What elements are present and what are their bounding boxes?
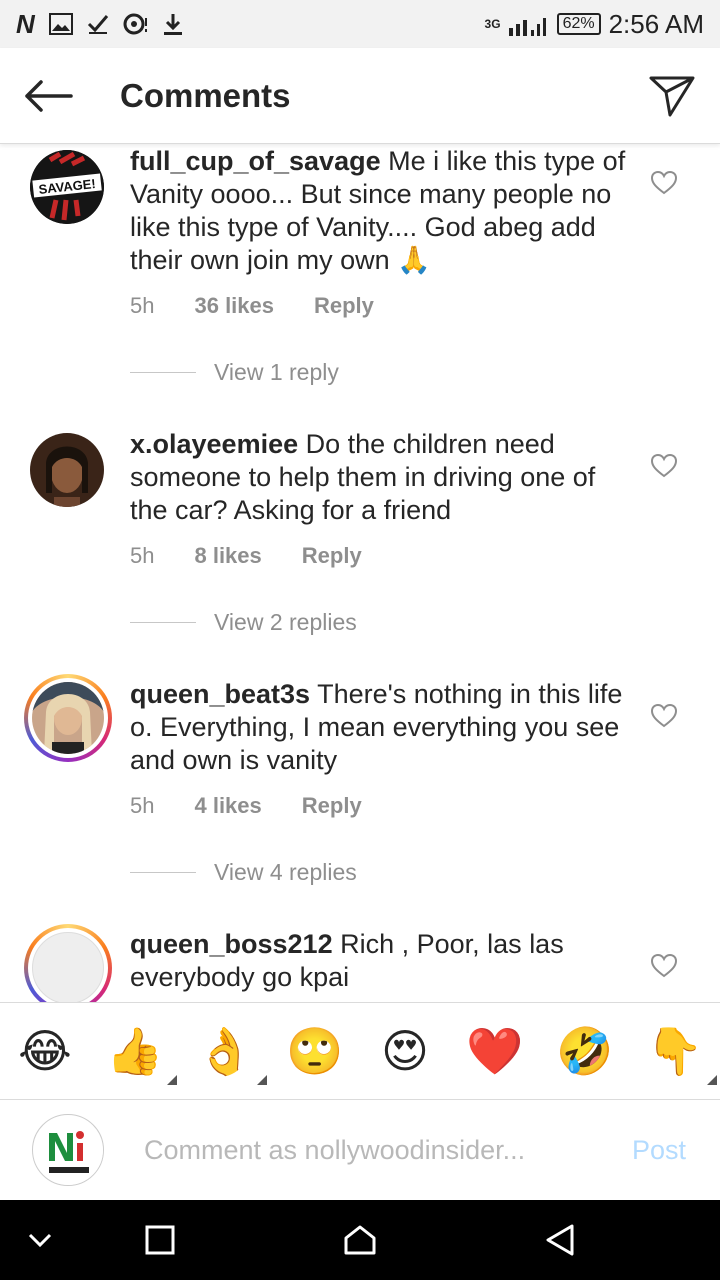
view-replies-label: View 2 replies: [214, 609, 357, 635]
divider: [130, 872, 196, 873]
divider: [130, 622, 196, 623]
view-replies-label: View 1 reply: [214, 359, 339, 385]
hide-keyboard-button[interactable]: [0, 1200, 80, 1280]
battery-indicator: 62%: [556, 13, 601, 35]
like-heart-icon[interactable]: [650, 702, 678, 730]
emoji-button[interactable]: ❤️: [465, 1021, 525, 1081]
comments-list[interactable]: SAVAGE! full_cup_of_savage Me i like thi…: [0, 145, 720, 1002]
pointing-down-emoji: 👇: [646, 1025, 704, 1077]
download-icon: [163, 14, 182, 35]
ok-hand-emoji: 👌: [196, 1025, 254, 1077]
avatar[interactable]: [24, 674, 112, 762]
post-button[interactable]: Post: [632, 1135, 686, 1166]
like-heart-icon[interactable]: [650, 169, 678, 197]
comment-username[interactable]: queen_beat3s: [130, 679, 310, 709]
like-heart-icon[interactable]: [650, 452, 678, 480]
status-bar: N 3G 62% 2:56 AM: [0, 0, 720, 48]
nollywood-insider-logo-icon: [35, 1117, 103, 1185]
user-photo-icon: [30, 433, 104, 507]
app-header: Comments: [0, 48, 720, 144]
signal-icon: [508, 18, 546, 36]
comment-likes[interactable]: 8 likes: [194, 543, 261, 569]
divider: [130, 372, 196, 373]
comment-meta: 5h 8 likes Reply: [130, 543, 402, 569]
emoji-button[interactable]: 👌: [195, 1021, 267, 1085]
comment-body: queen_boss212 Rich , Poor, las las every…: [130, 928, 630, 994]
emoji-button[interactable]: 🙄: [285, 1021, 345, 1081]
back-nav-button[interactable]: [520, 1200, 600, 1280]
heart-emoji: ❤️: [466, 1025, 524, 1077]
comment-body: full_cup_of_savage Me i like this type o…: [130, 145, 630, 277]
system-nav-bar: [0, 1200, 720, 1280]
eye-roll-emoji: 🙄: [286, 1025, 344, 1077]
view-replies-label: View 4 replies: [214, 859, 357, 885]
comment-body: queen_beat3s There's nothing in this lif…: [130, 678, 630, 777]
quick-emoji-bar: 😂 👍 👌 🙄 😍 ❤️ 🤣 👇: [0, 1002, 720, 1100]
image-icon: [48, 13, 73, 35]
status-right: 3G 62% 2:56 AM: [485, 9, 704, 40]
recents-button[interactable]: [120, 1200, 200, 1280]
network-type: 3G: [484, 16, 501, 31]
clock: 2:56 AM: [608, 8, 704, 39]
savage-avatar-icon: SAVAGE!: [30, 150, 104, 224]
chevron-down-icon: [28, 1233, 52, 1248]
heart-eyes-emoji: 😍: [381, 1025, 429, 1077]
square-icon: [145, 1225, 175, 1255]
comment-username[interactable]: queen_boss212: [130, 929, 333, 959]
emoji-button[interactable]: 😂: [15, 1021, 75, 1081]
emoji-button[interactable]: 👇: [645, 1021, 717, 1085]
emoji-button[interactable]: 🤣: [555, 1021, 615, 1081]
avatar[interactable]: [24, 924, 112, 1002]
view-replies-button[interactable]: View 2 replies: [130, 609, 357, 636]
home-button[interactable]: [320, 1200, 400, 1280]
reply-button[interactable]: Reply: [314, 293, 374, 319]
user-photo-icon: [32, 682, 104, 754]
tears-of-joy-emoji: 😂: [18, 1025, 72, 1077]
skin-tone-indicator: [707, 1075, 717, 1085]
back-arrow-icon: [25, 79, 73, 112]
home-icon: [344, 1225, 376, 1255]
status-left-icons: N: [16, 9, 183, 40]
comment-likes[interactable]: 36 likes: [194, 293, 274, 319]
comment-body: x.olayeemiee Do the children need someon…: [130, 428, 630, 527]
like-heart-icon[interactable]: [650, 952, 678, 980]
rofl-emoji: 🤣: [556, 1025, 614, 1077]
comment-composer: Post: [0, 1100, 720, 1200]
thumbs-up-emoji: 👍: [106, 1025, 164, 1077]
comment-meta: 5h 36 likes Reply: [130, 293, 414, 319]
share-button[interactable]: [624, 48, 720, 144]
check-icon: [87, 15, 108, 34]
skin-tone-indicator: [167, 1075, 177, 1085]
comment-username[interactable]: full_cup_of_savage: [130, 146, 381, 176]
comment-time: 5h: [130, 293, 155, 318]
comment-meta: 5h 4 likes Reply: [130, 793, 402, 819]
view-replies-button[interactable]: View 1 reply: [130, 359, 339, 386]
send-icon: [649, 76, 695, 116]
comment-username[interactable]: x.olayeemiee: [130, 429, 298, 459]
skin-tone-indicator: [257, 1075, 267, 1085]
emoji-button[interactable]: 😍: [375, 1021, 435, 1081]
empty-avatar: [32, 932, 104, 1002]
comment-time: 5h: [130, 543, 155, 568]
nollywood-n-icon: N: [16, 8, 35, 39]
whatsapp-icon: [123, 13, 147, 35]
my-avatar: [32, 1114, 104, 1186]
triangle-back-icon: [546, 1224, 574, 1256]
back-button[interactable]: [0, 48, 96, 144]
comment-likes[interactable]: 4 likes: [194, 793, 261, 819]
comment-input[interactable]: [144, 1134, 604, 1166]
reply-button[interactable]: Reply: [302, 543, 362, 569]
view-replies-button[interactable]: View 4 replies: [130, 859, 357, 886]
avatar[interactable]: [30, 433, 104, 507]
emoji-button[interactable]: 👍: [105, 1021, 177, 1085]
reply-button[interactable]: Reply: [302, 793, 362, 819]
avatar[interactable]: SAVAGE!: [30, 150, 104, 224]
comment-time: 5h: [130, 793, 155, 818]
page-title: Comments: [120, 76, 291, 114]
